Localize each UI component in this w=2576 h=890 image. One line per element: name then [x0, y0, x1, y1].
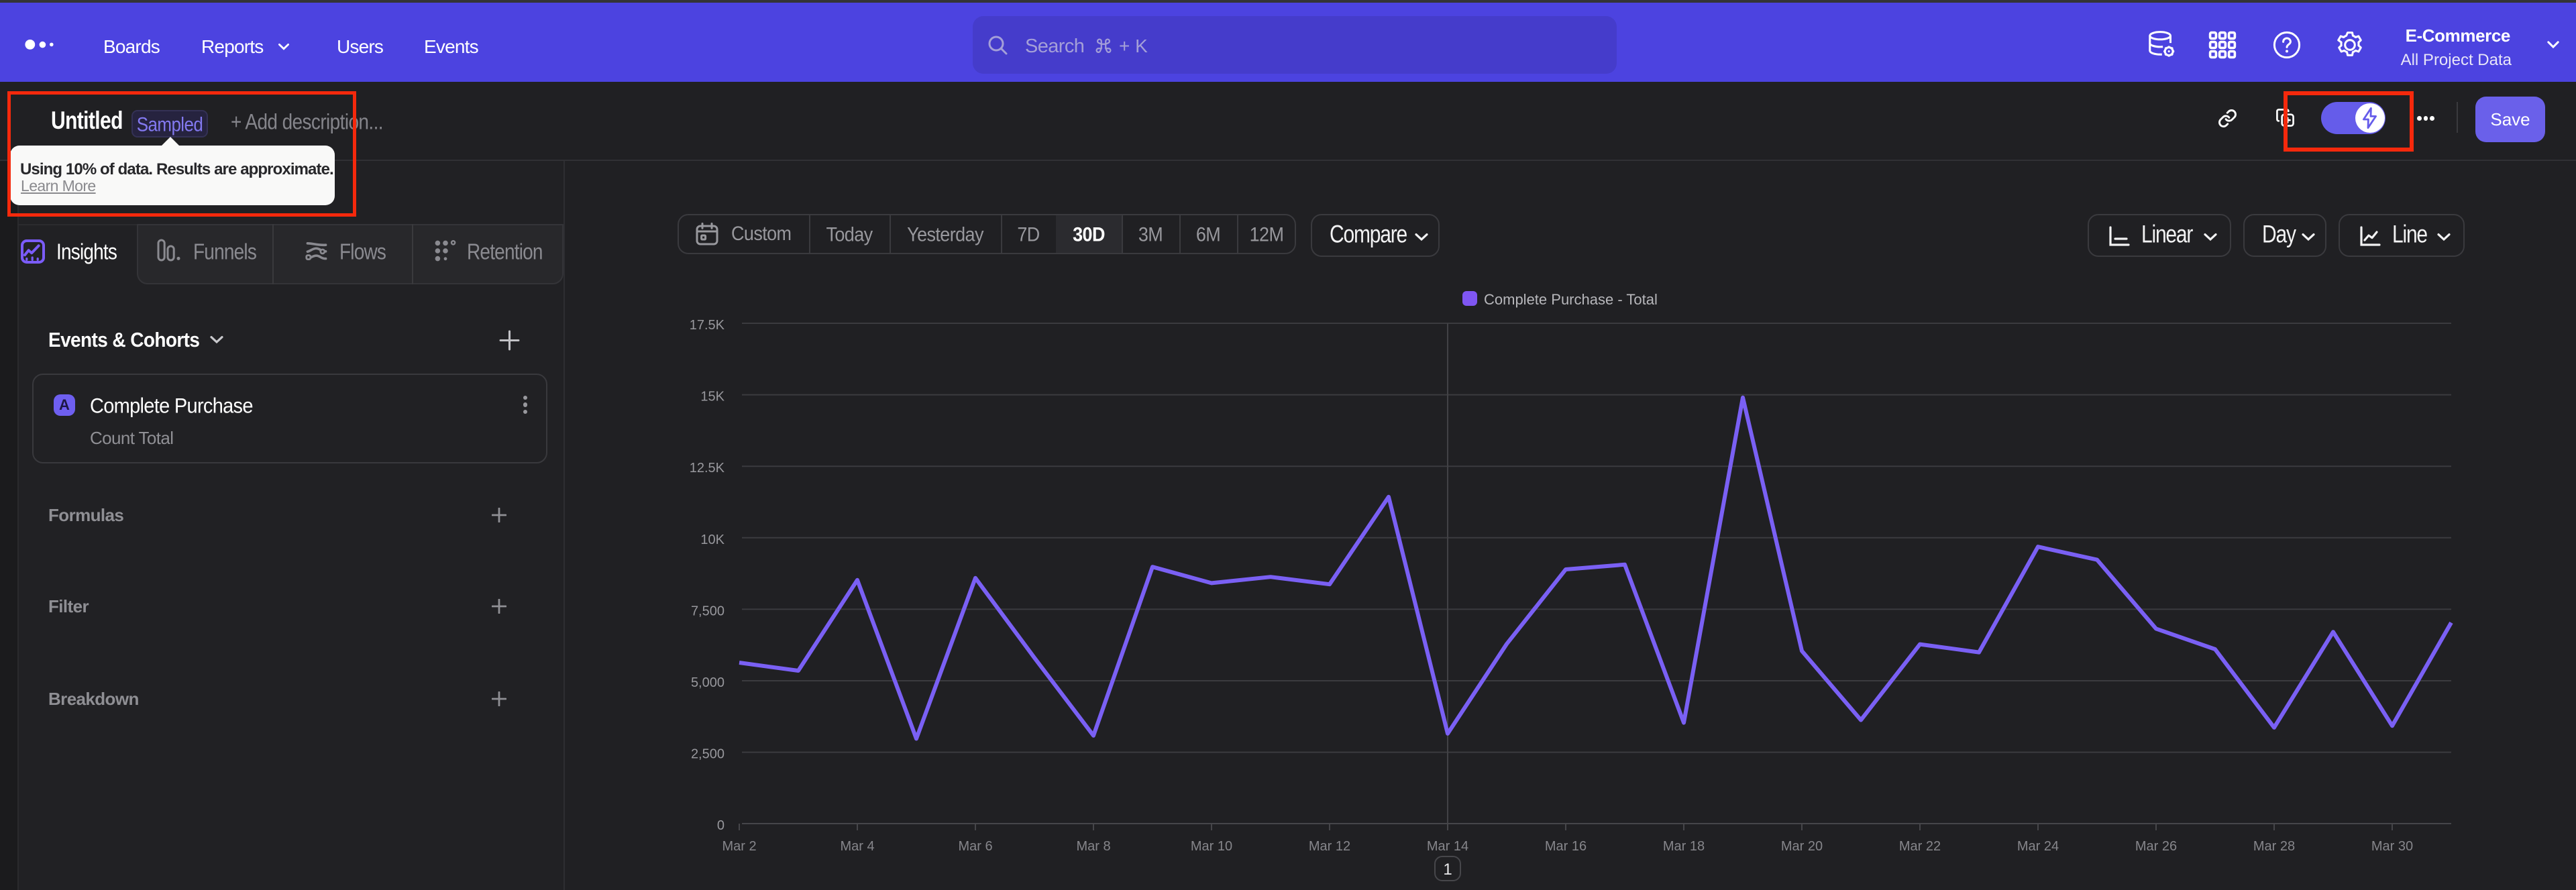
- svg-text:Mar 28: Mar 28: [2253, 839, 2295, 854]
- svg-text:Mar 10: Mar 10: [1191, 839, 1232, 854]
- svg-text:Mar 20: Mar 20: [1781, 839, 1823, 854]
- svg-text:10K: 10K: [700, 533, 724, 547]
- svg-text:Mar 8: Mar 8: [1076, 839, 1110, 854]
- svg-text:Mar 22: Mar 22: [1899, 839, 1941, 854]
- svg-text:Mar 30: Mar 30: [2371, 839, 2413, 854]
- svg-text:7,500: 7,500: [691, 604, 724, 618]
- svg-text:Mar 18: Mar 18: [1663, 839, 1705, 854]
- svg-text:Mar 6: Mar 6: [958, 839, 992, 854]
- svg-text:Mar 16: Mar 16: [1545, 839, 1587, 854]
- svg-text:Mar 2: Mar 2: [722, 839, 756, 854]
- svg-text:Mar 24: Mar 24: [2017, 839, 2059, 854]
- svg-text:0: 0: [717, 818, 724, 833]
- svg-text:5,000: 5,000: [691, 675, 724, 690]
- svg-text:Mar 12: Mar 12: [1309, 839, 1350, 854]
- svg-text:12.5K: 12.5K: [690, 461, 725, 476]
- svg-text:17.5K: 17.5K: [690, 318, 725, 333]
- svg-text:Mar 4: Mar 4: [840, 839, 874, 854]
- svg-text:15K: 15K: [700, 390, 724, 404]
- svg-text:Mar 14: Mar 14: [1427, 839, 1468, 854]
- svg-text:2,500: 2,500: [691, 747, 724, 762]
- svg-text:Mar 26: Mar 26: [2135, 839, 2177, 854]
